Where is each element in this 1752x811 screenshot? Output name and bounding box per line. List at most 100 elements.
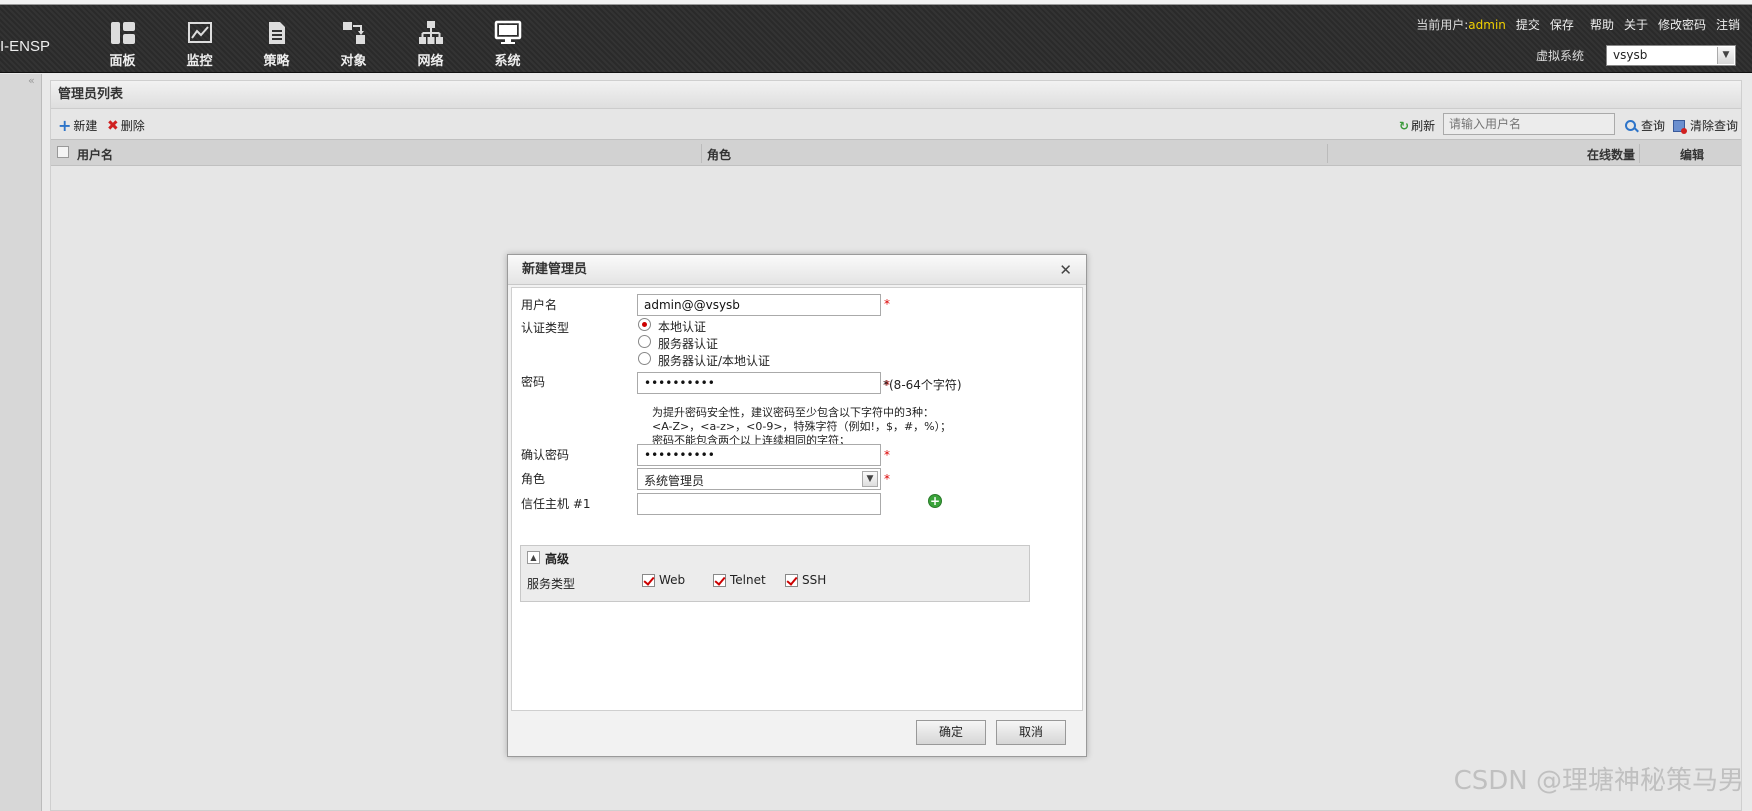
logout-link[interactable]: 注销 <box>1716 16 1740 33</box>
system-computer-icon <box>494 20 522 46</box>
refresh-button[interactable]: ↻ 刷新 <box>1399 117 1435 134</box>
current-user-info: 当前用户:admin <box>1416 16 1506 33</box>
nav-label: 对象 <box>340 54 367 69</box>
clear-query-label: 清除查询 <box>1690 119 1739 133</box>
user-bar: 当前用户:admin 提交 保存 帮助 关于 修改密码 注销 <box>1416 16 1740 33</box>
nav-monitor[interactable]: 监控 <box>161 20 238 69</box>
password-rule: 为提升密码安全性，建议密码至少包含以下字符中的3种： <box>652 406 934 419</box>
auth-local-radio[interactable] <box>638 318 651 331</box>
password-field[interactable] <box>637 372 881 394</box>
nav-label: 监控 <box>186 54 213 69</box>
nav-object[interactable]: 对象 <box>315 20 392 69</box>
search-icon <box>1625 120 1636 131</box>
nav-label: 系统 <box>494 54 521 69</box>
list-toolbar: + 新建 ✖ 删除 ↻ 刷新 查询 清除查询 <box>51 109 1741 139</box>
trusted-host-field[interactable] <box>637 493 881 515</box>
current-user-label: 当前用户: <box>1416 18 1469 32</box>
watermark: CSDN @理塘神秘策马男 <box>1453 766 1744 796</box>
monitor-chart-icon <box>186 20 214 46</box>
auth-server-label: 服务器认证 <box>658 337 719 351</box>
required-mark: * <box>884 297 890 311</box>
service-type-label: 服务类型 <box>527 577 576 591</box>
close-icon[interactable]: ✕ <box>1059 255 1072 285</box>
new-label: 新建 <box>73 119 98 133</box>
query-label: 查询 <box>1641 119 1666 133</box>
collapse-triangle-icon[interactable]: ▲ <box>527 551 540 564</box>
cancel-button[interactable]: 取消 <box>996 720 1066 745</box>
password-label: 密码 <box>521 375 546 389</box>
help-link[interactable]: 帮助 <box>1590 16 1614 33</box>
nav-system[interactable]: 系统 <box>469 20 546 69</box>
web-checkbox[interactable] <box>642 574 655 587</box>
change-password-link[interactable]: 修改密码 <box>1658 16 1706 33</box>
expand-sidebar-icon[interactable]: « <box>28 74 35 87</box>
submit-link[interactable]: 提交 <box>1516 16 1540 33</box>
auth-type-label: 认证类型 <box>521 321 570 335</box>
column-divider <box>1327 144 1328 163</box>
column-role[interactable]: 角色 <box>707 146 731 163</box>
required-mark: * <box>884 448 890 462</box>
vsys-select[interactable]: vsysb ▼ <box>1606 45 1736 66</box>
vsys-label: 虚拟系统 <box>1535 49 1584 63</box>
clear-query-button[interactable]: 清除查询 <box>1673 117 1738 134</box>
column-divider <box>701 144 702 163</box>
query-button[interactable]: 查询 <box>1625 117 1665 134</box>
dialog-title: 新建管理员 <box>522 262 588 277</box>
trusted-host-label: 信任主机 #1 <box>521 497 591 511</box>
username-field[interactable] <box>637 294 881 316</box>
auth-server-radio[interactable] <box>638 335 651 348</box>
advanced-section: ▲ 高级 服务类型 Web Telnet SSH <box>520 545 1030 602</box>
save-link[interactable]: 保存 <box>1550 16 1574 33</box>
username-search-input[interactable] <box>1443 113 1615 135</box>
add-icon: + <box>58 115 72 135</box>
virtual-system-picker: 虚拟系统 vsysb ▼ <box>1536 45 1736 66</box>
network-icon <box>417 20 445 46</box>
table-header: 用户名 角色 在线数量 编辑 <box>51 139 1741 166</box>
telnet-checkbox[interactable] <box>713 574 726 587</box>
telnet-label: Telnet <box>730 573 766 587</box>
nav-label: 策略 <box>263 54 290 69</box>
add-trusted-host-icon[interactable]: + <box>928 494 942 508</box>
current-user-name: admin <box>1468 18 1506 32</box>
ssh-checkbox[interactable] <box>785 574 798 587</box>
auth-local-label: 本地认证 <box>658 320 707 334</box>
new-button[interactable]: + 新建 <box>58 117 97 134</box>
role-label: 角色 <box>521 472 546 486</box>
advanced-label: 高级 <box>545 552 570 566</box>
dialog-title-bar: 新建管理员 ✕ <box>508 255 1086 285</box>
dashboard-icon <box>109 20 137 46</box>
column-edit[interactable]: 编辑 <box>1680 146 1704 163</box>
web-label: Web <box>659 573 686 587</box>
password-rule: <A-Z>，<a-z>，<0-9>，特殊字符（例如!，$，#，%）； <box>652 420 952 433</box>
policy-document-icon <box>263 20 291 46</box>
column-divider <box>1639 144 1640 163</box>
confirm-password-label: 确认密码 <box>521 448 570 462</box>
new-admin-dialog: 新建管理员 ✕ 用户名 * 认证类型 本地认证 服务器认证 服务器认证/本地认证… <box>507 254 1087 757</box>
nav-policy[interactable]: 策略 <box>238 20 315 69</box>
password-length-hint: **(8-64个字符) <box>883 378 962 392</box>
nav-network[interactable]: 网络 <box>392 20 469 69</box>
clear-icon <box>1673 119 1687 134</box>
confirm-password-field[interactable] <box>637 444 881 466</box>
delete-button[interactable]: ✖ 删除 <box>107 117 145 134</box>
about-link[interactable]: 关于 <box>1624 16 1648 33</box>
ssh-label: SSH <box>802 573 827 587</box>
auth-server-local-radio[interactable] <box>638 352 651 365</box>
column-username[interactable]: 用户名 <box>77 146 113 163</box>
username-label: 用户名 <box>521 298 558 312</box>
delete-label: 删除 <box>120 119 145 133</box>
brand-logo: I-ENSP <box>0 38 51 55</box>
role-select[interactable]: 系统管理员 ▼ <box>637 468 881 490</box>
vsys-value: vsysb <box>1613 48 1648 62</box>
password-length-text: *(8-64个字符) <box>883 378 962 392</box>
refresh-label: 刷新 <box>1411 119 1436 133</box>
main-nav: 面板 监控 策略 对象 网络 系统 <box>84 20 546 69</box>
ok-button[interactable]: 确定 <box>916 720 986 745</box>
column-online-count[interactable]: 在线数量 <box>1587 146 1635 163</box>
nav-dashboard[interactable]: 面板 <box>84 20 161 69</box>
select-all-checkbox[interactable] <box>57 146 69 158</box>
top-bar: I-ENSP 面板 监控 策略 对象 网络 系统 当前用户:admin 提交 保… <box>0 0 1752 73</box>
chevron-down-icon: ▼ <box>1717 47 1734 64</box>
required-mark: * <box>884 472 890 486</box>
chevron-down-icon: ▼ <box>862 471 878 487</box>
